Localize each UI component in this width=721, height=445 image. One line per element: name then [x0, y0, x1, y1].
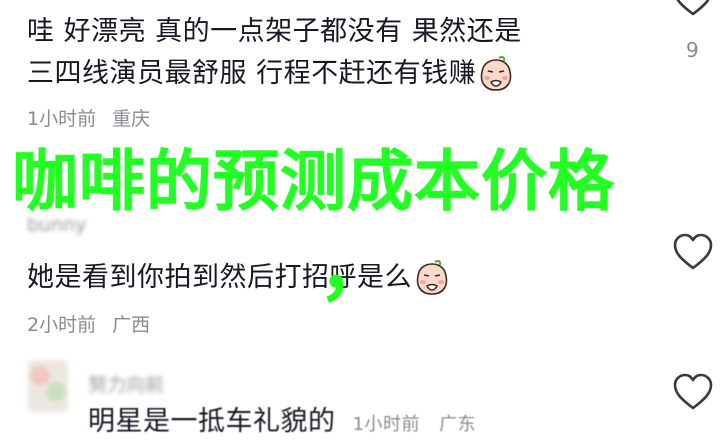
comment-1-time: 1小时前	[27, 108, 97, 130]
comment-1-line1: 哇 好漂亮 真的一点架子都没有 果然还是	[27, 16, 522, 47]
comment-1-like-count: 9	[686, 38, 699, 62]
comment-3-like-heart-icon[interactable]	[671, 372, 715, 412]
comment-1-line2-text: 三四线演员最舒服 行程不赶还有钱赚	[27, 58, 477, 89]
comment-3-text: 明星是一抵车礼貌的 1小时前 广东	[88, 402, 476, 445]
overlay-title: 咖啡的预测成本价格	[12, 143, 615, 220]
comment-2-time: 2小时前	[27, 314, 97, 336]
comment-3-text-content: 明星是一抵车礼貌的	[88, 406, 336, 437]
comment-1-meta: 1小时前 重庆	[27, 104, 150, 131]
comment-1-line2: 三四线演员最舒服 行程不赶还有钱赚	[27, 54, 516, 95]
smirk-face-emoji-icon	[416, 259, 448, 295]
comment-2-meta: 2小时前 广西	[27, 310, 150, 337]
like-heart-icon-top[interactable]	[671, 0, 715, 18]
comment-2-location: 广西	[112, 314, 151, 336]
comment-3-avatar[interactable]	[28, 360, 68, 412]
comment-2-like-heart-icon[interactable]	[671, 232, 715, 272]
smirk-face-emoji-icon	[480, 55, 512, 91]
overlay-comma: ，	[318, 225, 392, 311]
comment-1-location: 重庆	[112, 108, 151, 130]
comment-3-username[interactable]: 努力向前	[88, 370, 164, 397]
